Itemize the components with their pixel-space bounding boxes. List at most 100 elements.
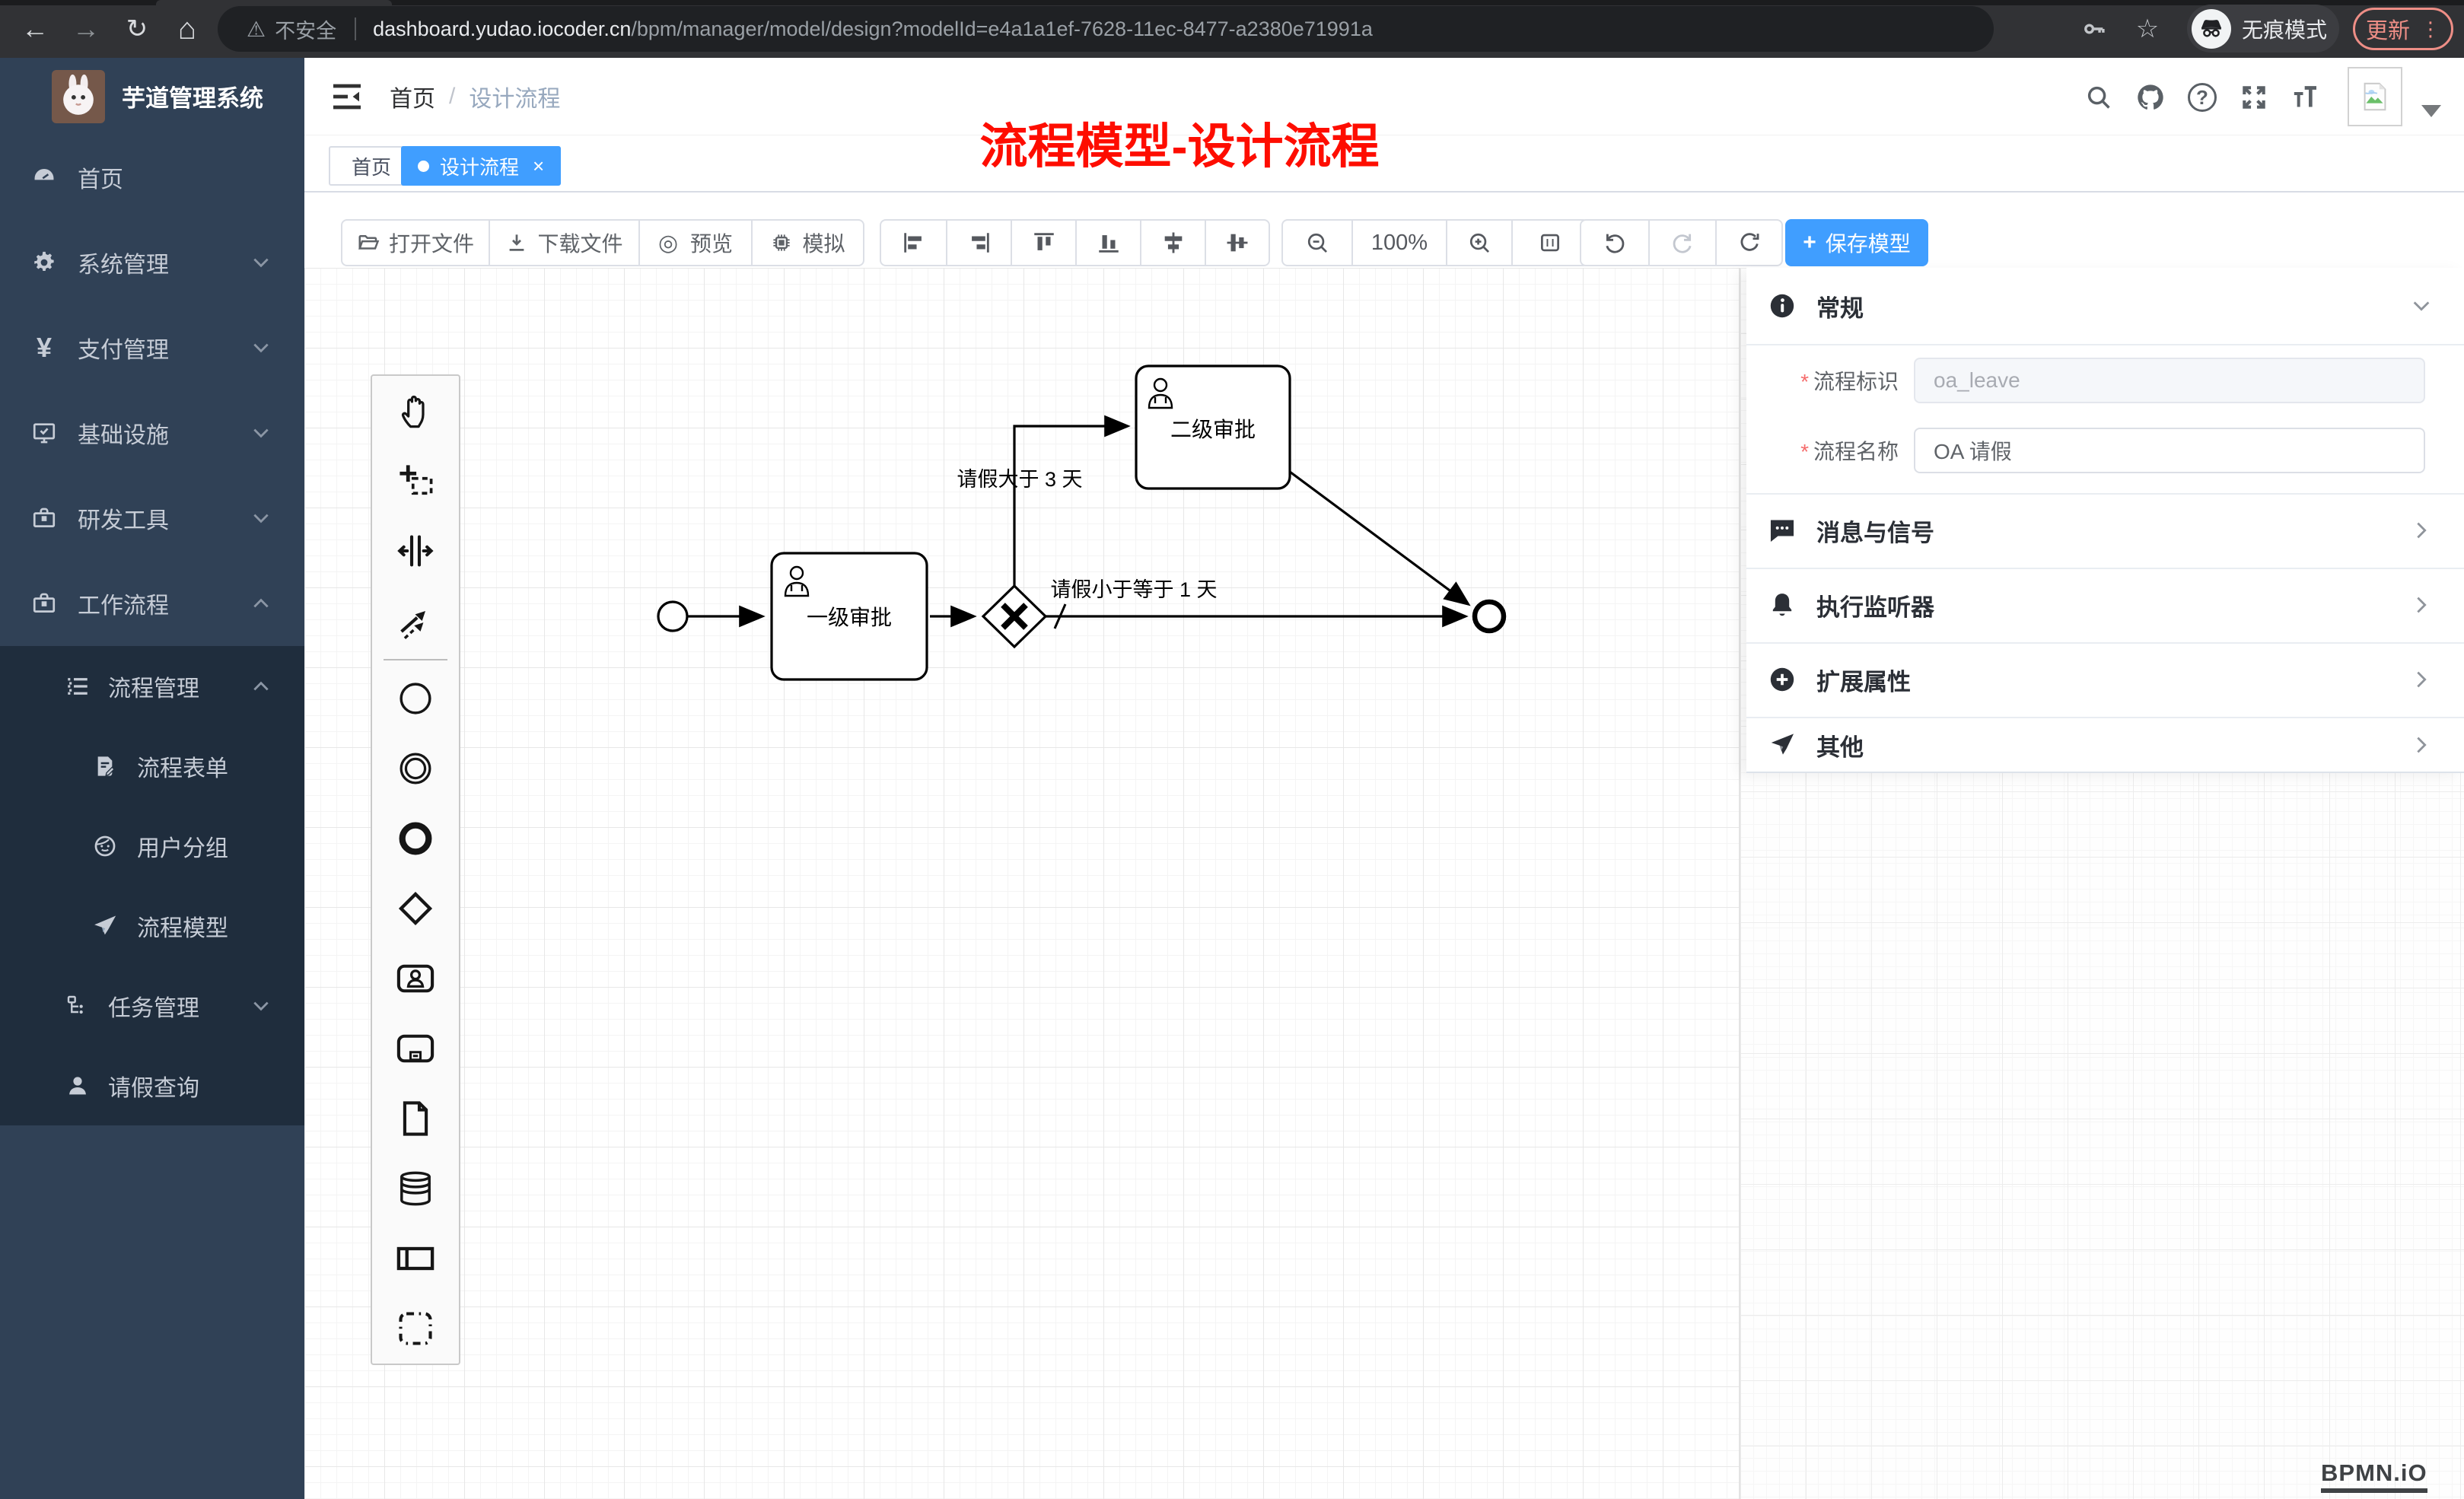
align-vertical-center-button[interactable] [1140, 221, 1205, 265]
save-model-button[interactable]: + 保存模型 [1785, 219, 1928, 266]
password-key-icon[interactable] [2074, 9, 2114, 49]
chevron-right-icon [2411, 594, 2432, 616]
process-name-input[interactable] [1914, 428, 2425, 473]
create-exclusive-gateway[interactable] [372, 874, 459, 944]
sidebar-item-label: 请假查询 [108, 1069, 199, 1103]
align-bottom-button[interactable] [1075, 221, 1140, 265]
space-tool[interactable] [372, 516, 459, 586]
sidebar-item-workflow[interactable]: 工作流程 [0, 561, 304, 646]
simulate-button[interactable]: 模拟 [751, 221, 863, 265]
end-event[interactable] [1475, 602, 1504, 631]
create-start-event[interactable] [372, 664, 459, 734]
bpmn-io-logo[interactable]: BPMN.iO [2321, 1459, 2427, 1493]
sidebar-item-leave-query[interactable]: 请假查询 [0, 1045, 304, 1125]
section-message-signal[interactable]: 消息与信号 [1746, 493, 2464, 568]
briefcase-icon [30, 590, 58, 617]
create-participant[interactable] [372, 1224, 459, 1294]
text-size-icon[interactable] [2286, 78, 2324, 116]
broken-image-icon [2357, 79, 2392, 114]
sidebar-item-payment[interactable]: ¥ 支付管理 [0, 305, 304, 390]
url-path: /bpm/manager/model/design?modelId=e4a1a1… [631, 18, 1372, 41]
create-subprocess[interactable] [372, 1014, 459, 1084]
align-left-button[interactable] [881, 221, 946, 265]
designer-content: 一级审批 请假大于 3 天 二级审批 [304, 268, 2464, 1499]
forward-button[interactable]: → [66, 9, 106, 49]
sequence-flow-gt3[interactable] [1014, 426, 1126, 586]
sidebar-item-system[interactable]: 系统管理 [0, 220, 304, 305]
sidebar-item-process-form[interactable]: 流程表单 [0, 726, 304, 806]
create-group[interactable] [372, 1294, 459, 1364]
sidebar-item-home[interactable]: 首页 [0, 135, 304, 220]
tab-design-process[interactable]: 设计流程 × [401, 146, 561, 186]
section-execution-listener[interactable]: 执行监听器 [1746, 568, 2464, 642]
sidebar-collapse-icon[interactable] [329, 78, 365, 115]
back-button[interactable]: ← [15, 9, 55, 49]
sidebar-item-infra[interactable]: 基础设施 [0, 390, 304, 476]
align-horizontal-center-button[interactable] [1205, 221, 1269, 265]
section-title: 常规 [1816, 289, 1864, 323]
restart-button[interactable] [1715, 221, 1781, 265]
create-user-task[interactable] [372, 944, 459, 1014]
security-label[interactable]: 不安全 [275, 14, 336, 44]
search-icon[interactable] [2080, 78, 2118, 116]
section-extended-properties[interactable]: 扩展属性 [1746, 642, 2464, 717]
bookmark-star-icon[interactable]: ☆ [2128, 9, 2167, 49]
sequence-flow[interactable] [1290, 472, 1467, 603]
bpmn-canvas[interactable]: 一级审批 请假大于 3 天 二级审批 [304, 268, 1739, 1499]
chevron-down-icon [251, 423, 271, 443]
download-file-button[interactable]: 下载文件 [489, 221, 638, 265]
preview-button[interactable]: ◎ 预览 [638, 221, 751, 265]
folder-icon [357, 231, 380, 254]
section-general[interactable]: 常规 [1746, 268, 2464, 344]
create-intermediate-event[interactable] [372, 734, 459, 804]
align-top-button[interactable] [1011, 221, 1075, 265]
create-data-store[interactable] [372, 1154, 459, 1224]
help-icon[interactable]: ? [2183, 78, 2221, 116]
section-other[interactable]: 其他 [1746, 717, 2464, 773]
undo-button[interactable] [1581, 221, 1648, 265]
github-icon[interactable] [2131, 78, 2170, 116]
redo-button[interactable] [1648, 221, 1715, 265]
sidebar-item-label: 流程表单 [137, 750, 228, 783]
process-key-input[interactable] [1914, 358, 2425, 403]
create-data-object[interactable] [372, 1084, 459, 1154]
open-file-button[interactable]: 打开文件 [342, 221, 489, 265]
form-row-process-key: *流程标识 [1746, 358, 2464, 403]
active-browser-tab [156, 0, 392, 5]
app-logo-row[interactable]: 芋道管理系统 [0, 58, 304, 135]
person-icon [64, 1072, 91, 1100]
avatar[interactable] [2348, 67, 2402, 126]
close-icon[interactable]: × [533, 154, 544, 178]
zoom-in-button[interactable] [1446, 221, 1511, 265]
browser-menu-dots-icon[interactable]: ⋮ [2421, 18, 2440, 41]
sidebar-item-label: 支付管理 [78, 331, 169, 364]
file-button-group: 打开文件 下载文件 ◎ 预览 [341, 219, 864, 266]
create-end-event[interactable] [372, 804, 459, 874]
button-label: 打开文件 [389, 228, 474, 258]
lasso-tool[interactable] [372, 446, 459, 516]
zoom-reset-button[interactable] [1511, 221, 1587, 265]
flow-label[interactable]: 请假大于 3 天 [957, 468, 1082, 491]
sidebar-item-devtools[interactable]: 研发工具 [0, 476, 304, 561]
home-button[interactable]: ⌂ [167, 9, 207, 49]
browser-update-button[interactable]: 更新 ⋮ [2353, 8, 2453, 50]
workflow-submenu: 流程管理 流程表单 [0, 646, 304, 1125]
sidebar-item-user-group[interactable]: 用户分组 [0, 806, 304, 886]
align-right-button[interactable] [946, 221, 1011, 265]
chevron-down-icon [251, 508, 271, 528]
sidebar-item-process-model[interactable]: 流程模型 [0, 886, 304, 966]
incognito-icon [2192, 9, 2231, 49]
breadcrumb-home[interactable]: 首页 [390, 80, 435, 113]
zoom-out-button[interactable] [1283, 221, 1351, 265]
sidebar-item-process-mgmt[interactable]: 流程管理 [0, 646, 304, 726]
avatar-caret-icon[interactable] [2421, 105, 2441, 117]
reload-button[interactable]: ↻ [117, 9, 157, 49]
hand-tool[interactable] [372, 376, 459, 446]
sidebar-item-label: 首页 [78, 161, 123, 194]
global-connect-tool[interactable] [372, 586, 459, 656]
start-event[interactable] [658, 602, 687, 631]
flow-label[interactable]: 请假小于等于 1 天 [1050, 578, 1217, 601]
sidebar-item-task-mgmt[interactable]: 任务管理 [0, 966, 304, 1045]
url-bar[interactable]: ⚠ 不安全 dashboard.yudao.iocoder.cn /bpm/ma… [218, 6, 1994, 52]
fullscreen-icon[interactable] [2235, 78, 2273, 116]
